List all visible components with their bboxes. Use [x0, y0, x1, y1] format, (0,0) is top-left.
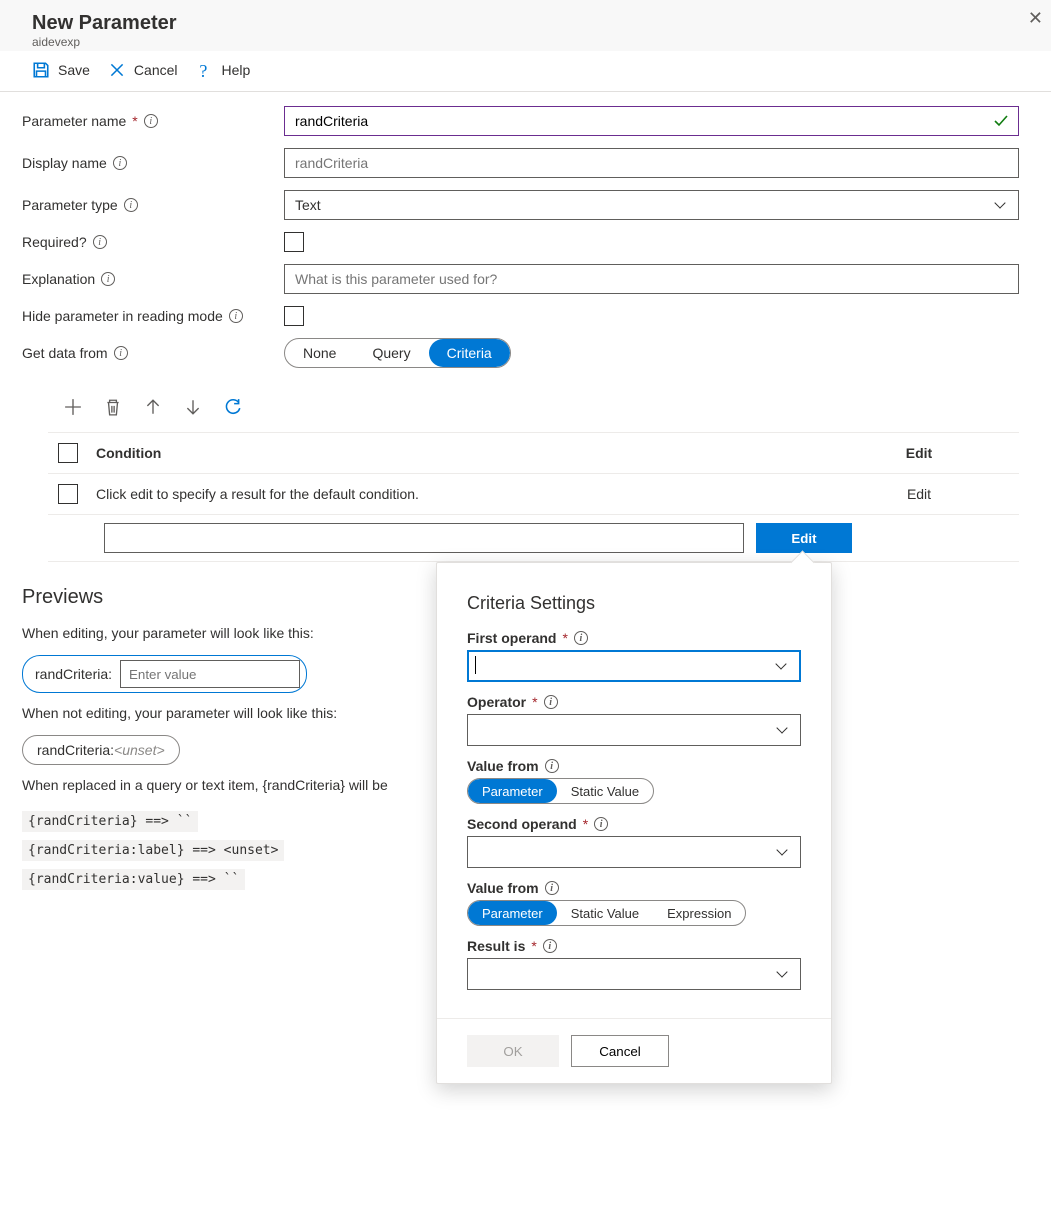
required-asterisk: * [532, 694, 537, 710]
edit-button[interactable]: Edit [756, 523, 852, 553]
preview-code-2: {randCriteria:label} ==> <unset> [22, 840, 284, 861]
info-icon[interactable]: i [545, 881, 559, 895]
move-up-icon[interactable] [144, 398, 162, 416]
required-asterisk: * [531, 938, 536, 954]
svg-text:?: ? [199, 61, 207, 79]
chevron-down-icon [776, 966, 787, 977]
cancel-icon [108, 61, 126, 79]
vf1-parameter[interactable]: Parameter [468, 779, 557, 803]
criteria-value-input[interactable] [104, 523, 744, 553]
chevron-down-icon [776, 722, 787, 733]
refresh-icon[interactable] [224, 398, 242, 416]
required-checkbox[interactable] [284, 232, 304, 252]
get-data-criteria[interactable]: Criteria [429, 339, 510, 367]
criteria-settings-popup: Criteria Settings First operand * i Oper… [436, 562, 832, 1084]
info-icon[interactable]: i [144, 114, 158, 128]
edit-header: Edit [819, 445, 1019, 461]
preview-unset: <unset> [114, 742, 165, 758]
display-name-input[interactable] [284, 148, 1019, 178]
result-is-label: Result is [467, 938, 525, 954]
info-icon[interactable]: i [574, 631, 588, 645]
help-icon: ? [196, 61, 214, 79]
add-icon[interactable] [64, 398, 82, 416]
help-label: Help [222, 62, 251, 78]
ok-button[interactable]: OK [467, 1035, 559, 1067]
vf2-expression[interactable]: Expression [653, 901, 745, 925]
delete-icon[interactable] [104, 398, 122, 416]
popup-cancel-button[interactable]: Cancel [571, 1035, 669, 1067]
chevron-down-icon [775, 658, 786, 669]
page-subtitle: aidevexp [32, 35, 1019, 49]
preview-editing-pill: randCriteria: [22, 655, 307, 693]
cancel-label: Cancel [134, 62, 178, 78]
operator-label: Operator [467, 694, 526, 710]
second-operand-label: Second operand [467, 816, 577, 832]
param-name-label: Parameter name [22, 113, 126, 129]
preview-pill2-label: randCriteria: [37, 742, 114, 758]
save-button[interactable]: Save [32, 61, 90, 79]
value-from-label-2: Value from [467, 880, 539, 896]
required-asterisk: * [583, 816, 588, 832]
default-condition-text: Click edit to specify a result for the d… [96, 486, 801, 502]
chevron-down-icon [776, 844, 787, 855]
get-data-toggle: None Query Criteria [284, 338, 511, 368]
value-from-toggle-1: Parameter Static Value [467, 778, 654, 804]
info-icon[interactable]: i [229, 309, 243, 323]
info-icon[interactable]: i [124, 198, 138, 212]
preview-pill-input[interactable] [120, 660, 300, 688]
first-operand-label: First operand [467, 630, 556, 646]
param-type-select[interactable]: Text [284, 190, 1019, 220]
info-icon[interactable]: i [544, 695, 558, 709]
vf2-parameter[interactable]: Parameter [468, 901, 557, 925]
required-asterisk: * [132, 113, 137, 129]
save-label: Save [58, 62, 90, 78]
chevron-down-icon [994, 197, 1005, 208]
result-is-select[interactable] [467, 958, 801, 990]
hide-label: Hide parameter in reading mode [22, 308, 223, 324]
vf2-static[interactable]: Static Value [557, 901, 653, 925]
value-from-label-1: Value from [467, 758, 539, 774]
help-button[interactable]: ? Help [196, 61, 251, 79]
value-from-toggle-2: Parameter Static Value Expression [467, 900, 746, 926]
preview-code-1: {randCriteria} ==> `` [22, 811, 198, 832]
popup-title: Criteria Settings [467, 593, 801, 614]
preview-pill-label: randCriteria: [35, 666, 112, 682]
param-name-input[interactable] [284, 106, 1019, 136]
second-operand-select[interactable] [467, 836, 801, 868]
param-type-label: Parameter type [22, 197, 118, 213]
required-label: Required? [22, 234, 87, 250]
vf1-static[interactable]: Static Value [557, 779, 653, 803]
hide-checkbox[interactable] [284, 306, 304, 326]
row-edit-link[interactable]: Edit [819, 486, 1019, 502]
required-asterisk: * [562, 630, 567, 646]
get-data-none[interactable]: None [285, 339, 354, 367]
cancel-button[interactable]: Cancel [108, 61, 178, 79]
condition-header: Condition [96, 445, 801, 461]
close-icon[interactable]: ✕ [1028, 8, 1043, 29]
select-all-checkbox[interactable] [58, 443, 78, 463]
preview-code-3: {randCriteria:value} ==> `` [22, 869, 245, 890]
display-name-label: Display name [22, 155, 107, 171]
get-data-label: Get data from [22, 345, 108, 361]
move-down-icon[interactable] [184, 398, 202, 416]
get-data-query[interactable]: Query [354, 339, 428, 367]
validated-icon [993, 113, 1009, 129]
operator-select[interactable] [467, 714, 801, 746]
info-icon[interactable]: i [594, 817, 608, 831]
row-checkbox[interactable] [58, 484, 78, 504]
info-icon[interactable]: i [114, 346, 128, 360]
save-icon [32, 61, 50, 79]
info-icon[interactable]: i [543, 939, 557, 953]
param-type-value: Text [295, 197, 321, 213]
preview-readonly-pill: randCriteria: <unset> [22, 735, 180, 765]
explanation-label: Explanation [22, 271, 95, 287]
info-icon[interactable]: i [101, 272, 115, 286]
first-operand-select[interactable] [467, 650, 801, 682]
page-title: New Parameter [32, 12, 1019, 35]
info-icon[interactable]: i [113, 156, 127, 170]
info-icon[interactable]: i [93, 235, 107, 249]
explanation-input[interactable] [284, 264, 1019, 294]
info-icon[interactable]: i [545, 759, 559, 773]
